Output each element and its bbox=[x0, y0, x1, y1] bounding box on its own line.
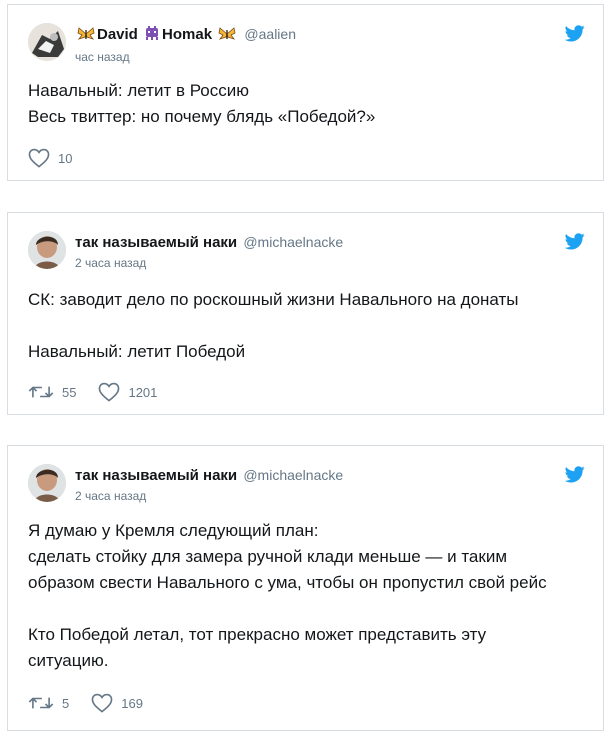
tweet-line: Я думаю у Кремля следующий план: bbox=[28, 521, 319, 540]
tweet-header: так называемый наки @michaelnacke 2 часа… bbox=[28, 464, 585, 504]
avatar[interactable] bbox=[28, 464, 66, 502]
tweet-actions: 5 169 bbox=[28, 693, 165, 713]
tweet-timestamp[interactable]: час назад bbox=[75, 49, 296, 65]
heart-icon bbox=[28, 148, 50, 168]
tweet-actions: 10 bbox=[28, 148, 94, 168]
tweet-line: сделать стойку для замера ручной клади м… bbox=[28, 547, 508, 566]
butterfly-emoji-icon bbox=[218, 27, 236, 46]
user-handle[interactable]: @michaelnacke bbox=[243, 234, 343, 250]
tweet-line: Навальный: летит Победой bbox=[28, 342, 246, 361]
retweet-count: 5 bbox=[62, 695, 70, 711]
tweet-text: Навальный: летит в Россию Весь твиттер: … bbox=[28, 78, 585, 130]
like-button[interactable]: 10 bbox=[28, 148, 72, 168]
tweet-actions: 55 1201 bbox=[28, 382, 179, 402]
twitter-bird-icon[interactable] bbox=[565, 25, 585, 42]
tweet-line: образом свести Навального с ума, чтобы о… bbox=[28, 573, 547, 592]
avatar[interactable] bbox=[28, 23, 66, 61]
display-name-part1[interactable]: David bbox=[97, 26, 138, 43]
tweet-card[interactable]: так называемый наки @michaelnacke 2 часа… bbox=[7, 445, 604, 731]
tweet-line: Навальный: летит в Россию bbox=[28, 81, 249, 100]
display-name-part2[interactable]: Homak bbox=[162, 26, 212, 43]
heart-icon bbox=[99, 382, 120, 402]
avatar[interactable] bbox=[28, 231, 66, 269]
retweet-count: 55 bbox=[62, 384, 77, 400]
alien-monster-emoji-icon bbox=[144, 25, 160, 46]
like-count: 1201 bbox=[128, 384, 158, 400]
retweet-icon bbox=[28, 697, 54, 709]
twitter-bird-icon[interactable] bbox=[565, 466, 585, 483]
tweet-line: СК: заводит дело по роскошный жизни Нава… bbox=[28, 290, 519, 309]
tweet-timestamp[interactable]: 2 часа назад bbox=[75, 488, 343, 504]
retweet-button[interactable]: 5 bbox=[28, 694, 69, 712]
retweet-icon bbox=[28, 386, 54, 398]
twitter-bird-icon[interactable] bbox=[565, 233, 585, 250]
like-button[interactable]: 169 bbox=[91, 693, 143, 713]
tweet-card[interactable]: David Homak @aalien час назад Навальный:… bbox=[7, 4, 604, 181]
like-button[interactable]: 1201 bbox=[98, 382, 157, 402]
tweet-text: СК: заводит дело по роскошный жизни Нава… bbox=[28, 287, 585, 365]
user-handle[interactable]: @aalien bbox=[244, 26, 296, 42]
like-count: 10 bbox=[58, 150, 73, 166]
butterfly-emoji-icon bbox=[77, 27, 95, 46]
tweet-card[interactable]: так называемый наки @michaelnacke 2 часа… bbox=[7, 212, 604, 415]
tweet-text: Я думаю у Кремля следующий план: сделать… bbox=[28, 518, 585, 674]
user-names: David Homak @aalien час назад bbox=[75, 25, 296, 65]
tweet-header: David Homak @aalien час назад bbox=[28, 23, 585, 65]
display-name[interactable]: так называемый наки bbox=[75, 234, 237, 251]
tweet-line: ситуацию. bbox=[28, 651, 109, 670]
user-names: так называемый наки @michaelnacke 2 часа… bbox=[75, 233, 343, 271]
heart-icon bbox=[91, 693, 113, 713]
retweet-button[interactable]: 55 bbox=[28, 383, 76, 401]
tweet-line: Весь твиттер: но почему блядь «Победой?» bbox=[28, 107, 376, 126]
like-count: 169 bbox=[121, 695, 143, 711]
tweet-header: так называемый наки @michaelnacke 2 часа… bbox=[28, 231, 585, 271]
display-name[interactable]: так называемый наки bbox=[75, 467, 237, 484]
tweet-line: Кто Победой летал, тот прекрасно может п… bbox=[28, 625, 487, 644]
tweet-timestamp[interactable]: 2 часа назад bbox=[75, 255, 343, 271]
user-handle[interactable]: @michaelnacke bbox=[243, 467, 343, 483]
user-names: так называемый наки @michaelnacke 2 часа… bbox=[75, 466, 343, 504]
